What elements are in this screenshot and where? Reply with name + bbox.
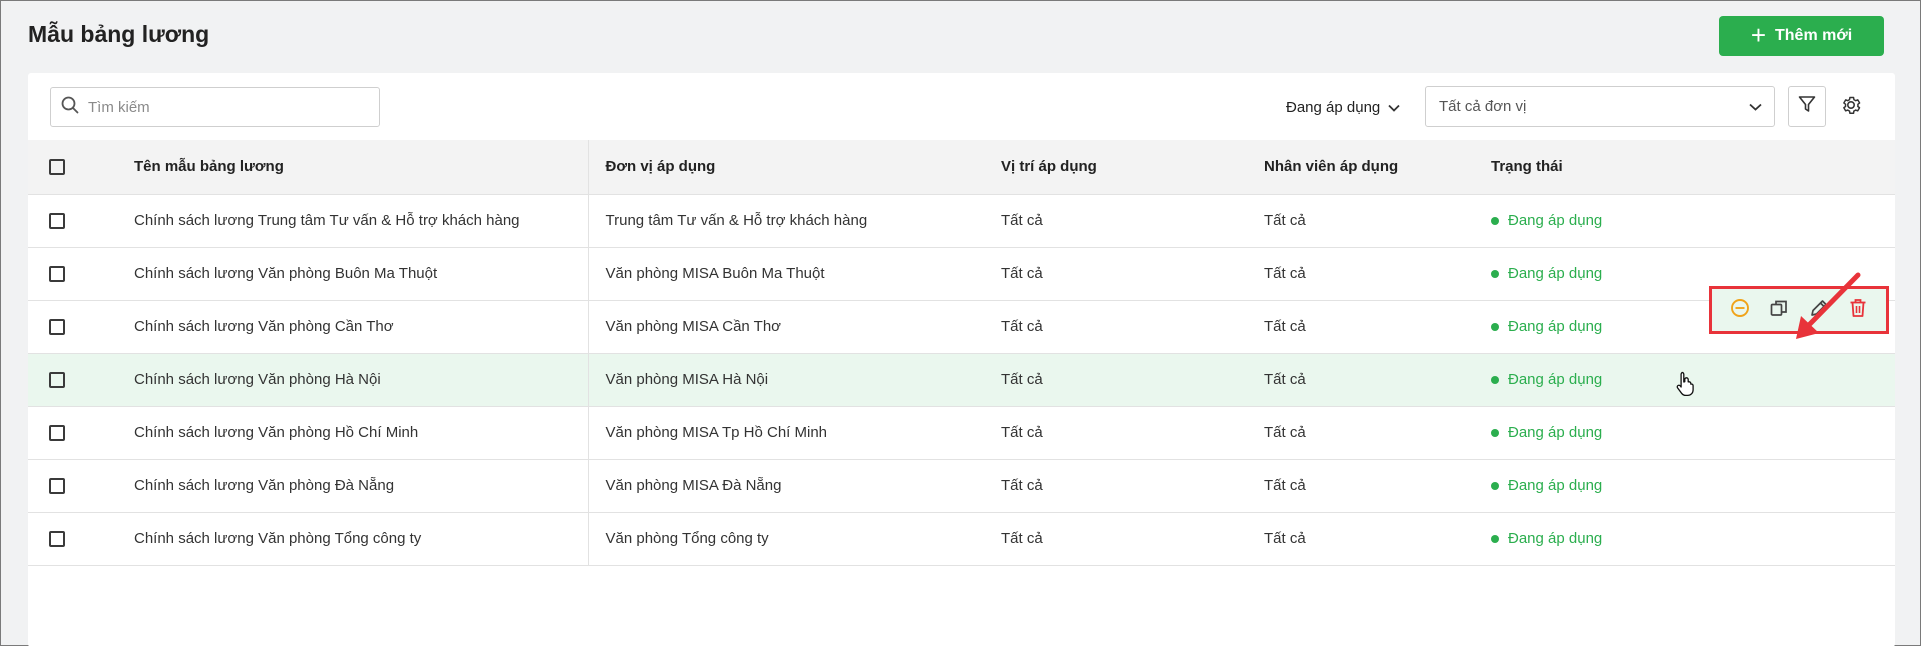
payroll-template-table: Tên mẫu bảng lương Đơn vị áp dụng Vị trí…: [28, 140, 1895, 566]
search-box[interactable]: [50, 87, 380, 127]
filter-button[interactable]: [1788, 86, 1826, 127]
chevron-down-icon: [1388, 99, 1400, 116]
edit-icon: [1810, 299, 1828, 322]
cell-name: Chính sách lương Văn phòng Hồ Chí Minh: [108, 406, 589, 460]
select-all-checkbox[interactable]: [49, 159, 65, 176]
status-label: Đang áp dụng: [1508, 477, 1603, 494]
filter-icon: [1798, 95, 1816, 118]
status-label: Đang áp dụng: [1508, 424, 1603, 441]
stop-apply-icon: [1730, 298, 1750, 323]
cell-position: Tất cả: [979, 300, 1263, 354]
status-dot-icon: [1491, 428, 1499, 437]
chevron-down-icon: [1749, 98, 1762, 115]
status-dot-icon: [1491, 375, 1499, 384]
stop-apply-button[interactable]: [1726, 296, 1754, 324]
search-input[interactable]: [88, 98, 358, 116]
row-checkbox[interactable]: [49, 266, 65, 283]
status-label: Đang áp dụng: [1508, 212, 1603, 229]
row-checkbox[interactable]: [49, 213, 65, 230]
column-header-unit[interactable]: Đơn vị áp dụng: [588, 140, 979, 195]
cell-employees: Tất cả: [1263, 300, 1491, 354]
unit-select[interactable]: Tất cả đơn vị: [1425, 86, 1775, 127]
cell-name: Chính sách lương Văn phòng Cần Thơ: [108, 300, 589, 354]
cell-unit: Văn phòng MISA Đà Nẵng: [588, 459, 979, 513]
cell-unit: Văn phòng MISA Cần Thơ: [588, 300, 979, 354]
cell-name: Chính sách lương Trung tâm Tư vấn & Hỗ t…: [108, 194, 589, 248]
copy-icon: [1770, 299, 1788, 322]
unit-select-value: Tất cả đơn vị: [1439, 98, 1527, 115]
cell-unit: Văn phòng MISA Hà Nội: [588, 353, 979, 407]
cell-position: Tất cả: [979, 353, 1263, 407]
copy-button[interactable]: [1765, 296, 1793, 324]
row-action-bar: [1709, 286, 1889, 334]
table-row[interactable]: Chính sách lương Trung tâm Tư vấn & Hỗ t…: [28, 194, 1895, 248]
cell-position: Tất cả: [979, 247, 1263, 301]
add-new-label: Thêm mới: [1775, 27, 1853, 44]
status-label: Đang áp dụng: [1508, 318, 1603, 335]
table-body: Chính sách lương Trung tâm Tư vấn & Hỗ t…: [28, 194, 1895, 566]
row-checkbox[interactable]: [49, 319, 65, 336]
status-badge: Đang áp dụng: [1491, 477, 1895, 494]
table-row[interactable]: Chính sách lương Văn phòng Cần Thơ Văn p…: [28, 300, 1895, 354]
cell-position: Tất cả: [979, 194, 1263, 248]
app-window: Mẫu bảng lương + Thêm mới Đang áp dụng T…: [0, 0, 1921, 646]
settings-button[interactable]: [1834, 90, 1868, 124]
plus-icon: +: [1750, 19, 1766, 50]
cell-position: Tất cả: [979, 406, 1263, 460]
row-checkbox[interactable]: [49, 478, 65, 495]
table-row-hovered[interactable]: Chính sách lương Văn phòng Hà Nội Văn ph…: [28, 353, 1895, 407]
table-row[interactable]: Chính sách lương Văn phòng Tổng công ty …: [28, 512, 1895, 566]
table-row[interactable]: Chính sách lương Văn phòng Đà Nẵng Văn p…: [28, 459, 1895, 513]
cell-position: Tất cả: [979, 512, 1263, 566]
add-new-button[interactable]: + Thêm mới: [1719, 16, 1884, 56]
hand-cursor-icon: [1676, 371, 1696, 402]
row-checkbox[interactable]: [49, 372, 65, 389]
gear-icon: [1840, 94, 1862, 121]
status-badge: Đang áp dụng: [1491, 530, 1895, 547]
cell-unit: Văn phòng MISA Tp Hồ Chí Minh: [588, 406, 979, 460]
page-title: Mẫu bảng lương: [28, 21, 210, 47]
cell-unit: Trung tâm Tư vấn & Hỗ trợ khách hàng: [588, 194, 979, 248]
edit-button[interactable]: [1805, 296, 1833, 324]
cell-name: Chính sách lương Văn phòng Tổng công ty: [108, 512, 589, 566]
cell-employees: Tất cả: [1263, 247, 1491, 301]
cell-name: Chính sách lương Văn phòng Buôn Ma Thuột: [108, 247, 589, 301]
cell-position: Tất cả: [979, 459, 1263, 513]
cell-employees: Tất cả: [1263, 459, 1491, 513]
status-dot-icon: [1491, 322, 1499, 331]
status-dot-icon: [1491, 269, 1499, 278]
cell-unit: Văn phòng Tổng công ty: [588, 512, 979, 566]
status-filter-label: Đang áp dụng: [1286, 98, 1381, 116]
table-row[interactable]: Chính sách lương Văn phòng Buôn Ma Thuột…: [28, 247, 1895, 301]
status-label: Đang áp dụng: [1508, 530, 1603, 547]
cell-employees: Tất cả: [1263, 194, 1491, 248]
status-badge: Đang áp dụng: [1491, 212, 1895, 229]
table-row[interactable]: Chính sách lương Văn phòng Hồ Chí Minh V…: [28, 406, 1895, 460]
delete-button[interactable]: [1844, 296, 1872, 324]
status-dot-icon: [1491, 481, 1499, 490]
status-label: Đang áp dụng: [1508, 265, 1603, 282]
column-header-employees[interactable]: Nhân viên áp dụng: [1263, 140, 1491, 195]
status-label: Đang áp dụng: [1508, 371, 1603, 388]
column-header-position[interactable]: Vị trí áp dụng: [979, 140, 1263, 195]
status-dot-icon: [1491, 216, 1499, 225]
search-icon: [61, 96, 79, 119]
table-header-row: Tên mẫu bảng lương Đơn vị áp dụng Vị trí…: [28, 140, 1895, 195]
cell-employees: Tất cả: [1263, 353, 1491, 407]
status-badge: Đang áp dụng: [1491, 424, 1895, 441]
cell-employees: Tất cả: [1263, 406, 1491, 460]
row-checkbox[interactable]: [49, 531, 65, 548]
status-filter-dropdown[interactable]: Đang áp dụng: [1286, 95, 1400, 119]
cell-employees: Tất cả: [1263, 512, 1491, 566]
status-dot-icon: [1491, 534, 1499, 543]
cell-unit: Văn phòng MISA Buôn Ma Thuột: [588, 247, 979, 301]
status-badge: Đang áp dụng: [1491, 265, 1895, 282]
cell-name: Chính sách lương Văn phòng Đà Nẵng: [108, 459, 589, 513]
column-header-name[interactable]: Tên mẫu bảng lương: [108, 140, 589, 195]
payroll-template-card: Đang áp dụng Tất cả đơn vị: [28, 73, 1895, 646]
column-header-status[interactable]: Trạng thái: [1491, 140, 1895, 195]
trash-icon: [1849, 298, 1867, 323]
cell-name: Chính sách lương Văn phòng Hà Nội: [108, 353, 589, 407]
row-checkbox[interactable]: [49, 425, 65, 442]
